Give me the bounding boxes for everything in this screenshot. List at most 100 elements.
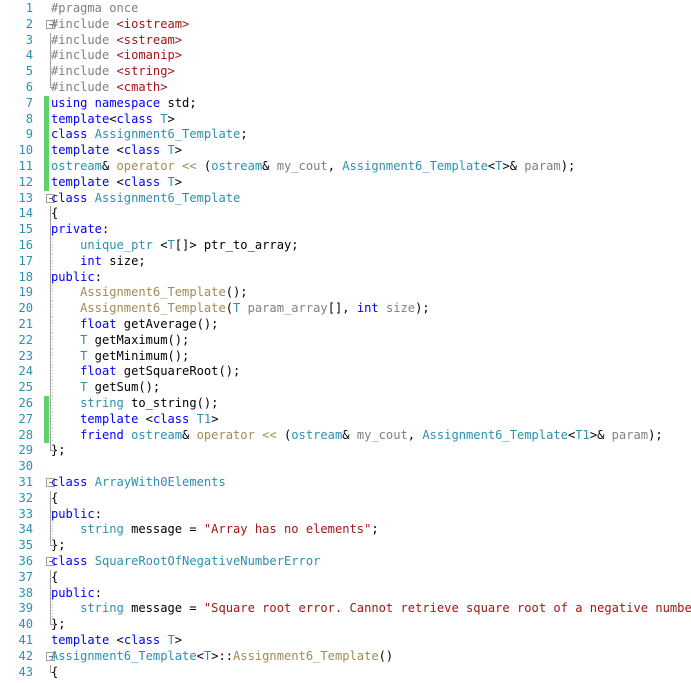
- code-line[interactable]: 10 template <class T>: [0, 143, 691, 159]
- code-text[interactable]: class Assignment6_Template: [51, 191, 240, 207]
- code-line[interactable]: 32 {: [0, 490, 691, 507]
- token-plain: >::: [211, 648, 234, 663]
- code-line[interactable]: 31 class ArrayWith0Elements: [0, 475, 691, 491]
- code-text[interactable]: #include <string>: [51, 64, 175, 80]
- code-line[interactable]: 12 template <class T>: [0, 174, 691, 191]
- code-text[interactable]: #include <iostream>: [51, 17, 189, 33]
- token-type: T: [167, 174, 175, 189]
- code-line[interactable]: 33 public:: [0, 506, 691, 523]
- code-line[interactable]: 9 class Assignment6_Template;: [0, 127, 691, 144]
- code-text[interactable]: };: [51, 538, 66, 554]
- code-line[interactable]: 18 public:: [0, 269, 691, 286]
- code-line[interactable]: 5 #include <string>: [0, 64, 691, 80]
- token-plain: {: [51, 664, 59, 679]
- code-text[interactable]: float getAverage();: [51, 317, 218, 333]
- code-editor-surface[interactable]: 1 #pragma once 2 #include <iostream> 3 #inclu…: [0, 0, 691, 683]
- code-line[interactable]: 37 {: [0, 569, 691, 586]
- code-text[interactable]: public:: [51, 586, 102, 602]
- code-text[interactable]: Assignment6_Template(T param_array[], in…: [51, 301, 430, 317]
- code-line[interactable]: 15 private:: [0, 222, 691, 238]
- code-text[interactable]: template <class T>: [51, 143, 182, 159]
- code-line[interactable]: 26 string to_string();: [0, 396, 691, 412]
- code-line[interactable]: 36 class SquareRootOfNegativeNumberError: [0, 554, 691, 570]
- token-pre: #include: [51, 80, 117, 94]
- token-pre: #include: [51, 32, 117, 47]
- code-text[interactable]: template <class T1>: [51, 412, 218, 428]
- code-text[interactable]: {: [51, 665, 58, 681]
- code-line[interactable]: 35};: [0, 538, 691, 554]
- code-text[interactable]: #include <cmath>: [51, 80, 168, 96]
- code-line[interactable]: 7 using namespace std;: [0, 95, 691, 112]
- code-line[interactable]: 30: [0, 459, 691, 475]
- code-text[interactable]: unique_ptr <T[]> ptr_to_array;: [51, 238, 298, 254]
- code-text[interactable]: ostream& operator << (ostream& my_cout, …: [51, 159, 575, 175]
- code-text[interactable]: string message = "Array has no elements"…: [51, 522, 379, 538]
- code-text[interactable]: {: [51, 206, 58, 222]
- code-text[interactable]: T getMaximum();: [51, 333, 189, 349]
- code-text[interactable]: #pragma once: [51, 1, 138, 17]
- code-text[interactable]: class Assignment6_Template;: [51, 127, 248, 143]
- code-text[interactable]: public:: [51, 507, 102, 523]
- code-line[interactable]: 22 T getMaximum();: [0, 332, 691, 349]
- code-text[interactable]: public:: [51, 270, 102, 286]
- code-line[interactable]: 4 #include <iomanip>: [0, 48, 691, 65]
- code-text[interactable]: class SquareRootOfNegativeNumberError: [51, 554, 320, 570]
- code-line[interactable]: 34 string message = "Array has no elemen…: [0, 522, 691, 539]
- code-text[interactable]: class ArrayWith0Elements: [51, 475, 226, 491]
- code-line[interactable]: 25 T getSum();: [0, 380, 691, 396]
- code-text[interactable]: template <class T>: [51, 633, 182, 649]
- code-line[interactable]: 42 Assignment6_Template<T>::Assignment6_T…: [0, 649, 691, 665]
- code-text[interactable]: string to_string();: [51, 396, 218, 412]
- code-text[interactable]: {: [51, 570, 58, 586]
- token-kw: using namespace: [51, 95, 161, 110]
- code-line[interactable]: 20 Assignment6_Template(T param_array[],…: [0, 301, 691, 317]
- code-line[interactable]: 41 template <class T>: [0, 633, 691, 649]
- code-text[interactable]: };: [51, 617, 66, 633]
- code-text[interactable]: T getSum();: [51, 380, 160, 396]
- code-text[interactable]: #include <sstream>: [51, 33, 182, 49]
- code-line[interactable]: 19 Assignment6_Template();: [0, 285, 691, 302]
- code-line[interactable]: 24 float getSquareRoot();: [0, 364, 691, 381]
- code-text[interactable]: using namespace std;: [51, 96, 197, 112]
- code-text[interactable]: T getMinimum();: [51, 349, 189, 365]
- fold-column[interactable]: [45, 459, 59, 475]
- token-plain: >: [167, 111, 175, 126]
- code-line[interactable]: 29};: [0, 443, 691, 459]
- code-text[interactable]: #include <iomanip>: [51, 48, 182, 64]
- code-text[interactable]: Assignment6_Template();: [51, 285, 247, 301]
- code-line[interactable]: 40};: [0, 617, 691, 633]
- code-text[interactable]: template <class T>: [51, 175, 182, 191]
- code-line[interactable]: 2 #include <iostream>: [0, 17, 691, 33]
- code-line[interactable]: 39 string message = "Square root error. …: [0, 601, 691, 618]
- token-plain: &: [101, 159, 117, 173]
- code-line[interactable]: 11 ostream& operator << (ostream& my_cout…: [0, 159, 691, 175]
- code-line[interactable]: 13 class Assignment6_Template: [0, 191, 691, 207]
- code-line[interactable]: 8 template<class T>: [0, 111, 691, 128]
- token-plain: &: [182, 427, 197, 442]
- line-number: 30: [18, 459, 33, 474]
- code-line[interactable]: 27 template <class T1>: [0, 411, 691, 428]
- code-line[interactable]: 23 T getMinimum();: [0, 348, 691, 365]
- code-line[interactable]: 1 #pragma once: [0, 1, 691, 17]
- code-text[interactable]: int size;: [51, 254, 146, 270]
- code-text[interactable]: template<class T>: [51, 112, 175, 128]
- code-line[interactable]: 28 friend ostream& operator << (ostream&…: [0, 427, 691, 444]
- code-line[interactable]: 21 float getAverage();: [0, 317, 691, 333]
- code-line[interactable]: 43 {: [0, 664, 691, 681]
- code-text[interactable]: private:: [51, 222, 109, 238]
- code-line[interactable]: 38 public:: [0, 585, 691, 602]
- code-line[interactable]: 17 int size;: [0, 253, 691, 270]
- code-line[interactable]: 3 #include <sstream>: [0, 32, 691, 49]
- code-text[interactable]: friend ostream& operator << (ostream& my…: [51, 428, 663, 444]
- code-text[interactable]: {: [51, 491, 58, 507]
- code-text[interactable]: };: [51, 443, 66, 459]
- code-text[interactable]: Assignment6_Template<T>::Assignment6_Tem…: [51, 649, 393, 665]
- line-number: 38: [18, 585, 33, 600]
- code-text[interactable]: float getSquareRoot();: [51, 364, 240, 380]
- code-line[interactable]: 16 unique_ptr <T[]> ptr_to_array;: [0, 238, 691, 254]
- code-line[interactable]: 14 {: [0, 206, 691, 223]
- code-line[interactable]: 6 #include <cmath>: [0, 80, 691, 96]
- code-text[interactable]: string message = "Square root error. Can…: [51, 601, 691, 617]
